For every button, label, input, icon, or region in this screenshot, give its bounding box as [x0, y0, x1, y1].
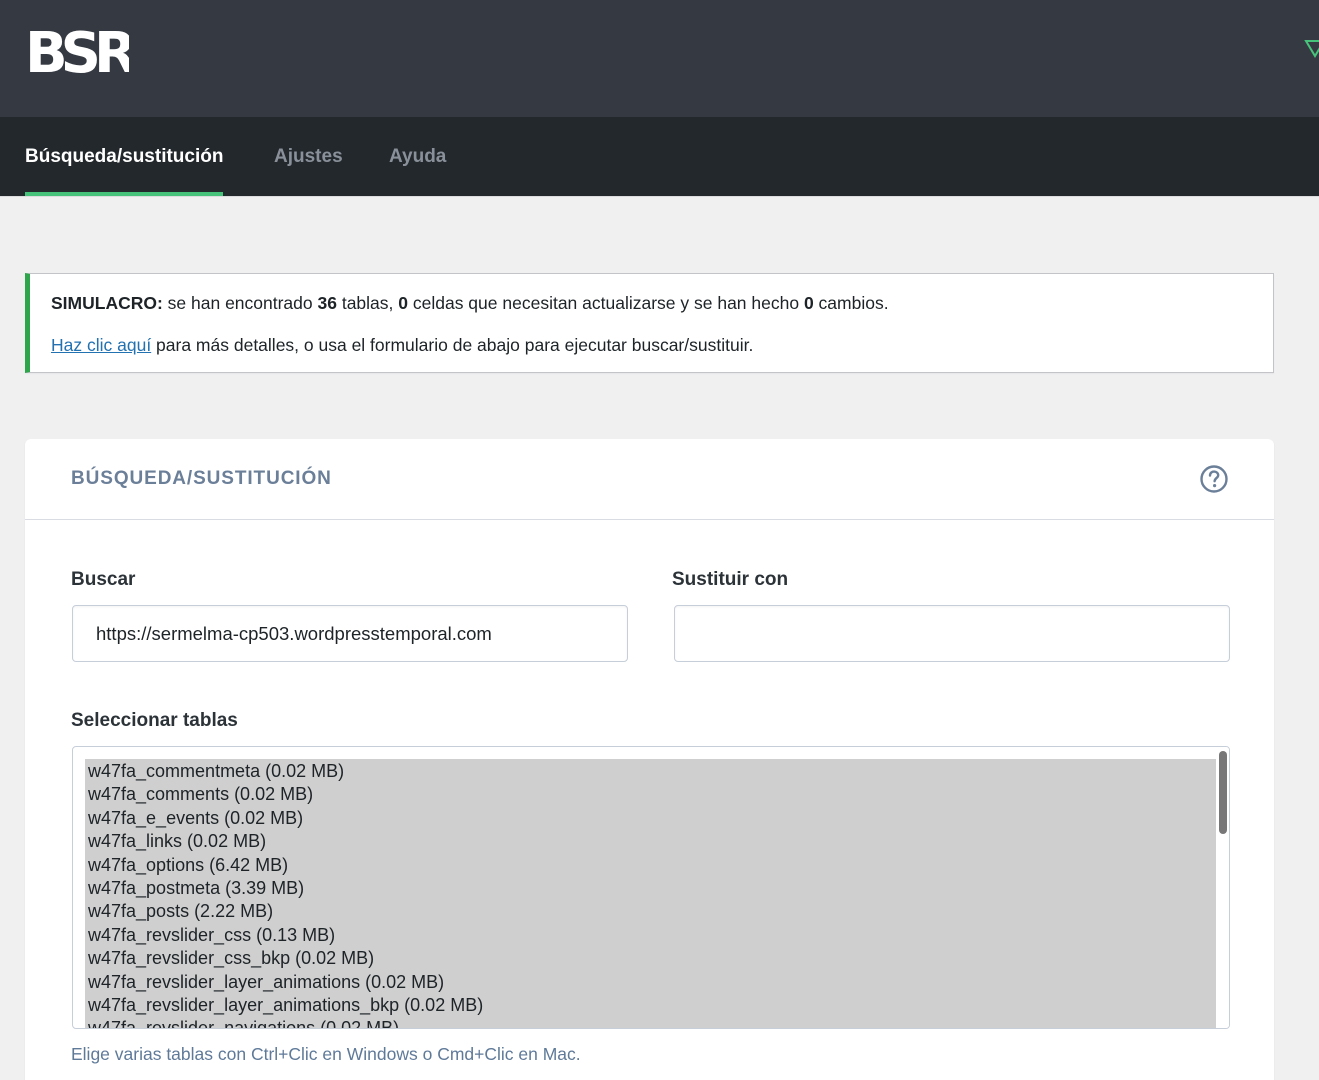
tables-label: Seleccionar tablas — [71, 710, 238, 731]
table-option[interactable]: w47fa_options (6.42 MB) — [85, 854, 1216, 877]
notice-line-2-text: para más detalles, o usa el formulario d… — [151, 335, 754, 355]
replace-label: Sustituir con — [672, 569, 789, 590]
divider — [0, 196, 1319, 197]
tables-list: w47fa_commentmeta (0.02 MB) w47fa_commen… — [85, 759, 1216, 1028]
replace-input[interactable] — [674, 605, 1230, 662]
notice-text-1: se han encontrado — [162, 293, 318, 313]
panel-header: BÚSQUEDA/SUSTITUCIÓN — [25, 439, 1274, 520]
question-circle-icon[interactable] — [1199, 464, 1229, 494]
notice-line-2: Haz clic aquí para más detalles, o usa e… — [51, 335, 753, 356]
tables-count: 36 — [317, 293, 337, 313]
table-option[interactable]: w47fa_revslider_css_bkp (0.02 MB) — [85, 947, 1216, 970]
svg-text:BSR: BSR — [25, 24, 129, 76]
search-label: Buscar — [71, 569, 136, 590]
table-option[interactable]: w47fa_revslider_navigations (0.02 MB) — [85, 1017, 1216, 1028]
tables-multiselect[interactable]: w47fa_commentmeta (0.02 MB) w47fa_commen… — [72, 746, 1230, 1029]
tab-bar: Búsqueda/sustitución Ajustes Ayuda — [0, 117, 1319, 197]
notice-line-1: SIMULACRO: se han encontrado 36 tablas, … — [51, 293, 889, 314]
cells-count: 0 — [398, 293, 408, 313]
tab-search-replace[interactable]: Búsqueda/sustitución — [25, 117, 224, 197]
table-option[interactable]: w47fa_revslider_layer_animations_bkp (0.… — [85, 994, 1216, 1017]
table-option[interactable]: w47fa_postmeta (3.39 MB) — [85, 877, 1216, 900]
diamond-icon[interactable] — [1303, 38, 1319, 60]
tab-settings[interactable]: Ajustes — [274, 117, 343, 197]
notice-prefix: SIMULACRO: — [51, 293, 163, 313]
bsr-logo: BSR — [25, 24, 129, 76]
changes-count: 0 — [803, 293, 814, 313]
dry-run-notice: SIMULACRO: se han encontrado 36 tablas, … — [25, 273, 1274, 373]
notice-text-3: celdas que necesitan actualizarse y se h… — [408, 293, 804, 313]
notice-text-4: cambios. — [813, 293, 889, 313]
table-option[interactable]: w47fa_comments (0.02 MB) — [85, 783, 1216, 806]
notice-text-2: tablas, — [336, 293, 399, 313]
tab-help[interactable]: Ayuda — [389, 117, 446, 197]
search-input[interactable] — [72, 605, 628, 662]
table-option[interactable]: w47fa_posts (2.22 MB) — [85, 900, 1216, 923]
details-link[interactable]: Haz clic aquí — [51, 335, 151, 355]
scrollbar-thumb[interactable] — [1219, 751, 1227, 834]
table-option[interactable]: w47fa_commentmeta (0.02 MB) — [85, 760, 1216, 783]
top-bar: BSR — [0, 0, 1319, 117]
table-option[interactable]: w47fa_e_events (0.02 MB) — [85, 807, 1216, 830]
table-option[interactable]: w47fa_revslider_css (0.13 MB) — [85, 924, 1216, 947]
search-replace-panel: BÚSQUEDA/SUSTITUCIÓN Buscar Sustituir co… — [25, 439, 1274, 1080]
table-option[interactable]: w47fa_revslider_layer_animations (0.02 M… — [85, 971, 1216, 994]
table-option[interactable]: w47fa_links (0.02 MB) — [85, 830, 1216, 853]
tables-scrollbar[interactable] — [1216, 747, 1229, 1028]
panel-title: BÚSQUEDA/SUSTITUCIÓN — [71, 468, 332, 489]
multiselect-hint: Elige varias tablas con Ctrl+Clic en Win… — [71, 1044, 581, 1064]
